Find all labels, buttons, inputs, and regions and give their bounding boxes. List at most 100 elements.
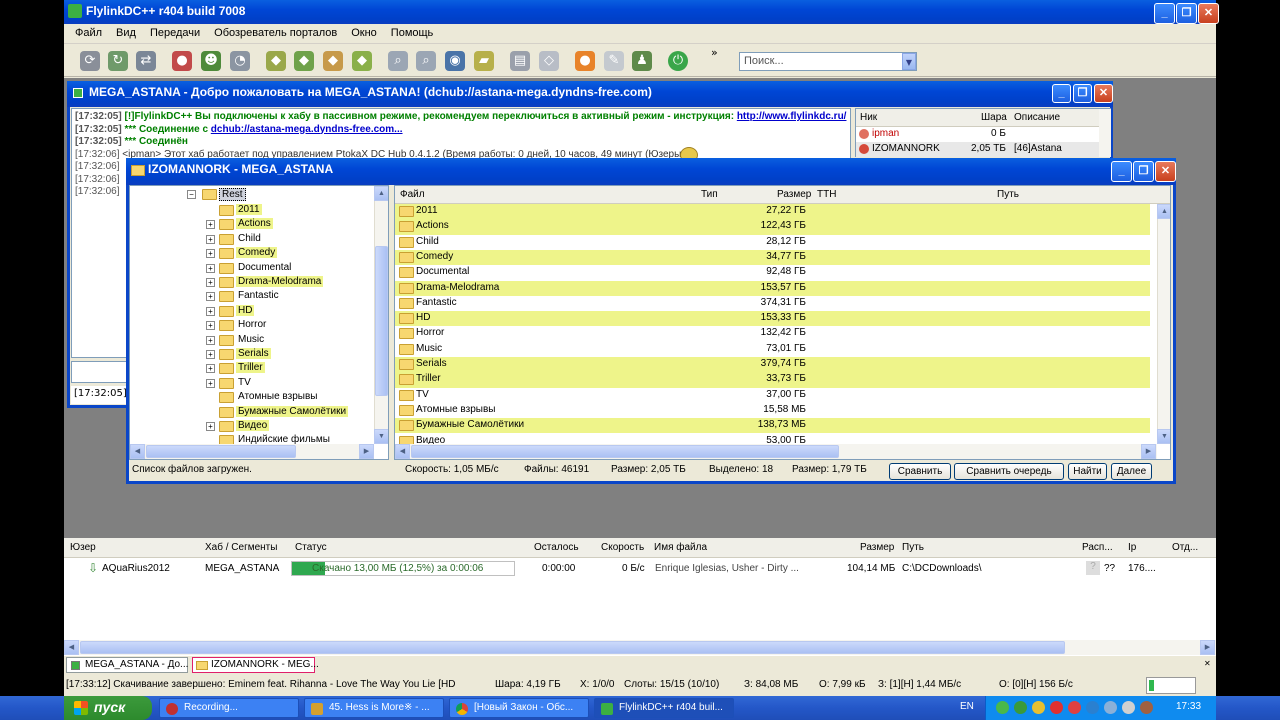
col-user[interactable]: Юзер xyxy=(70,542,96,553)
search-spy-icon[interactable]: ◉ xyxy=(445,51,465,71)
col-share[interactable]: Шара xyxy=(981,112,1007,123)
settings-icon[interactable]: ● xyxy=(575,51,595,71)
notes-icon[interactable]: ✎ xyxy=(604,51,624,71)
tree-item[interactable]: TV xyxy=(236,377,253,388)
tray-network-icon[interactable] xyxy=(1014,701,1027,714)
file-row[interactable]: Horror 132,42 ГБ xyxy=(395,326,1150,341)
user-list-scrollbar[interactable] xyxy=(1099,109,1111,157)
hscroll-thumb[interactable] xyxy=(80,641,1065,654)
filelist-maximize-button[interactable]: ❐ xyxy=(1133,161,1154,182)
task-recording[interactable]: Recording... xyxy=(159,698,299,718)
tray-misc-icon[interactable] xyxy=(1140,701,1153,714)
app-titlebar[interactable]: FlylinkDC++ r404 build 7008 _ ❐ ✕ xyxy=(64,0,1219,24)
tree-item[interactable]: Documental xyxy=(236,262,293,273)
compare-button[interactable]: Сравнить xyxy=(889,463,951,480)
col-speed[interactable]: Скорость xyxy=(601,542,644,553)
col-hub[interactable]: Хаб / Сегменты xyxy=(205,542,277,553)
filelist-close-button[interactable]: ✕ xyxy=(1155,161,1176,182)
expand-icon[interactable]: + xyxy=(206,335,215,345)
folder-tree[interactable]: − Rest 2011 + Actions + Child + Comedy + Documenta… xyxy=(129,185,389,460)
user-row[interactable]: ipman 0 Б xyxy=(856,127,1110,142)
file-row[interactable]: Child 28,12 ГБ xyxy=(395,235,1150,250)
tree-item[interactable]: HD xyxy=(236,304,255,316)
scroll-down-icon[interactable]: ▼ xyxy=(374,429,388,444)
menu-file[interactable]: Файл xyxy=(68,24,109,39)
tree-item[interactable]: Music xyxy=(236,334,266,345)
expand-icon[interactable]: + xyxy=(206,306,215,316)
close-button[interactable]: ✕ xyxy=(1198,3,1219,24)
tree-item[interactable]: Serials xyxy=(236,348,271,359)
col-dist[interactable]: Расп... xyxy=(1082,542,1113,553)
col-left[interactable]: Осталось xyxy=(534,542,579,553)
tree-item[interactable]: Drama-Melodrama xyxy=(236,276,324,287)
tree-hscroll[interactable]: ◀ ▶ xyxy=(130,444,374,459)
open-list-icon[interactable]: ▤ xyxy=(510,51,530,71)
find-button[interactable]: Найти xyxy=(1068,463,1107,480)
scroll-up-icon[interactable]: ▲ xyxy=(1157,204,1170,219)
queue-icon[interactable]: ◆ xyxy=(266,51,286,71)
user-row[interactable]: IZOMANNORK 2,05 ТБ [46]Astana xyxy=(856,142,1110,157)
expand-icon[interactable]: + xyxy=(206,249,215,259)
file-row[interactable]: Атомные взрывы 15,58 МБ xyxy=(395,403,1150,418)
scroll-right-icon[interactable]: ▶ xyxy=(1200,640,1215,655)
hub-maximize-button[interactable]: ❐ xyxy=(1073,84,1092,103)
reconnect-icon[interactable]: ↻ xyxy=(108,51,128,71)
tree-root-label[interactable]: Rest xyxy=(219,188,246,201)
scroll-left-icon[interactable]: ◀ xyxy=(64,640,79,655)
user-list[interactable]: Ник Шара Описание ipman 0 Б IZOMANNORK 2… xyxy=(855,108,1111,157)
users-icon[interactable]: ☻ xyxy=(201,51,221,71)
file-list-vscroll[interactable]: ▲ ▼ xyxy=(1157,204,1170,444)
maximize-button[interactable]: ❐ xyxy=(1176,3,1197,24)
file-row[interactable]: Documental 92,48 ГБ xyxy=(395,265,1150,280)
expand-icon[interactable]: + xyxy=(206,378,215,388)
col-size[interactable]: Размер xyxy=(860,542,894,553)
recent-icon[interactable]: ◔ xyxy=(230,51,250,71)
tree-item[interactable]: Actions xyxy=(236,218,273,230)
tree-item[interactable]: Видео xyxy=(236,420,270,431)
expand-icon[interactable]: + xyxy=(206,321,215,331)
tree-item[interactable]: Бумажные Самолётики xyxy=(236,405,349,417)
hub-window-titlebar[interactable]: MEGA_ASTANA - Добро пожаловать на MEGA_A… xyxy=(67,81,1113,107)
expand-icon[interactable]: + xyxy=(206,234,215,244)
scroll-right-icon[interactable]: ▶ xyxy=(359,444,374,459)
file-row[interactable]: Triller 33,73 ГБ xyxy=(395,372,1150,388)
col-ot[interactable]: Отд... xyxy=(1172,542,1198,553)
col-type[interactable]: Тип xyxy=(701,189,718,200)
scroll-left-icon[interactable]: ◀ xyxy=(130,444,145,459)
hub-minimize-button[interactable]: _ xyxy=(1052,84,1071,103)
file-row[interactable]: HD 153,33 ГБ xyxy=(395,311,1150,327)
tabs-close-icon[interactable]: ✕ xyxy=(1204,659,1211,668)
tray-volume-icon[interactable] xyxy=(1122,701,1135,714)
hscroll-thumb[interactable] xyxy=(411,445,839,458)
filelist-minimize-button[interactable]: _ xyxy=(1111,161,1132,182)
refresh-list-icon[interactable]: ◇ xyxy=(539,51,559,71)
tree-item[interactable]: 2011 xyxy=(236,204,262,215)
next-button[interactable]: Далее xyxy=(1111,463,1152,480)
col-path[interactable]: Путь xyxy=(997,189,1019,200)
connect-icon[interactable]: ⟳ xyxy=(80,51,100,71)
col-status[interactable]: Статус xyxy=(295,542,327,553)
tray-display-icon[interactable] xyxy=(1104,701,1117,714)
file-row[interactable]: TV 37,00 ГБ xyxy=(395,388,1150,403)
start-button[interactable]: пуск xyxy=(64,696,152,720)
tree-item[interactable]: Horror xyxy=(236,319,268,330)
tray-flylink-icon[interactable] xyxy=(996,701,1009,714)
hub-close-button[interactable]: ✕ xyxy=(1094,84,1113,103)
adl-search-icon[interactable]: ⌕ xyxy=(416,51,436,71)
tree-item[interactable]: Fantastic xyxy=(236,290,281,301)
col-size[interactable]: Размер xyxy=(777,189,811,200)
scroll-left-icon[interactable]: ◀ xyxy=(395,444,410,459)
expand-icon[interactable]: + xyxy=(206,422,215,431)
search-input[interactable]: Поиск... xyxy=(739,52,917,71)
expand-icon[interactable]: + xyxy=(206,278,215,287)
menu-view[interactable]: Вид xyxy=(109,24,143,39)
menu-portal-browser[interactable]: Обозреватель порталов xyxy=(207,24,344,39)
uploads-icon[interactable]: ◆ xyxy=(323,51,343,71)
expand-icon[interactable]: + xyxy=(206,292,215,302)
follow-icon[interactable]: ⇄ xyxy=(136,51,156,71)
tree-item[interactable]: Triller xyxy=(236,362,265,374)
vscroll-thumb[interactable] xyxy=(375,246,388,396)
toolbar-more-icon[interactable]: » xyxy=(711,46,718,59)
tree-vscroll[interactable]: ▲ ▼ xyxy=(374,186,388,444)
expand-icon[interactable]: + xyxy=(206,364,215,374)
